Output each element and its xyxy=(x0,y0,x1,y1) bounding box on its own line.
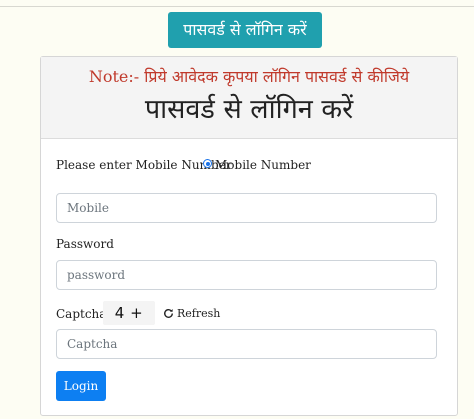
login-button[interactable]: Login xyxy=(56,371,106,401)
captcha-value: 4 + 73 xyxy=(103,301,155,346)
mobile-number-radio-label[interactable]: Mobile Number xyxy=(215,158,311,172)
refresh-label: Refresh xyxy=(177,307,221,320)
top-divider xyxy=(0,6,474,7)
note-text: Note:- प्रिये आवेदक कृपया लॉगिन पासवर्ड … xyxy=(88,67,410,86)
captcha-input[interactable] xyxy=(56,329,437,359)
login-card: Note:- प्रिये आवेदक कृपया लॉगिन पासवर्ड … xyxy=(40,56,458,416)
password-input[interactable] xyxy=(56,260,437,290)
mobile-number-radio[interactable] xyxy=(203,159,212,168)
mobile-input[interactable] xyxy=(56,193,437,223)
card-header: Note:- प्रिये आवेदक कृपया लॉगिन पासवर्ड … xyxy=(41,57,457,139)
password-label: Password xyxy=(56,237,114,251)
captcha-label: Captcha xyxy=(56,307,107,321)
card-heading: पासवर्ड से लॉगिन करें xyxy=(144,94,354,125)
refresh-captcha-link[interactable]: Refresh xyxy=(163,307,220,320)
password-login-tab-button[interactable]: पासवर्ड से लॉगिन करें xyxy=(168,12,322,48)
refresh-icon xyxy=(164,309,173,318)
